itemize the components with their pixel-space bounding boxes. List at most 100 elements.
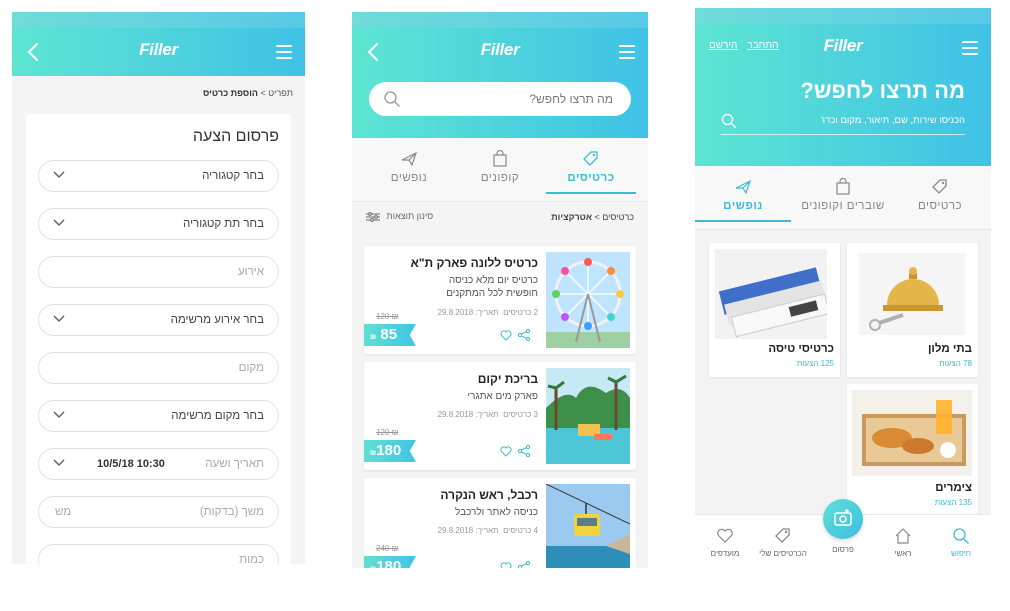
add-photo-icon: [834, 509, 852, 526]
datetime-select[interactable]: תאריך ושעה 10/5/18 10:30: [38, 448, 279, 480]
nav-home[interactable]: ראשי: [873, 527, 933, 558]
app-header: Filler מה תרצו לחפש?: [352, 12, 648, 138]
ferris-wheel-image: [546, 252, 630, 348]
filter-results-button[interactable]: סינון תוצאות: [366, 211, 433, 222]
category-select[interactable]: בחר קטגוריה: [38, 160, 279, 192]
item-title: רכבל, ראש הנקרה: [440, 488, 538, 502]
category-tile-flights[interactable]: כרטיסי טיסה 125 הצעות: [709, 243, 840, 377]
place-input[interactable]: מקום: [38, 352, 279, 384]
chevron-down-icon: [53, 171, 65, 178]
tab-vacations[interactable]: נופשים: [364, 150, 454, 184]
list-item[interactable]: רכבל, ראש הנקרה כניסה לאתר ולרכבל 4 כרטי…: [364, 478, 636, 568]
quantity-input[interactable]: כמות: [38, 544, 279, 564]
auth-links: התחבר הירשם: [709, 40, 789, 51]
share-heart-icons[interactable]: [500, 328, 532, 342]
water-park-image: [546, 368, 630, 464]
chevron-down-icon: [53, 315, 65, 322]
register-link[interactable]: הירשם: [709, 40, 737, 51]
status-bar: [12, 12, 305, 28]
active-tab-indicator: [546, 192, 636, 194]
home-icon: [895, 528, 911, 544]
screen-ticket-listing: Filler מה תרצו לחפש? כרטיסים קופונים נופ…: [352, 12, 648, 568]
breadcrumb-parent[interactable]: תפריט: [268, 88, 293, 98]
chevron-down-icon: [53, 459, 65, 466]
tab-tickets[interactable]: כרטיסים: [546, 150, 636, 194]
item-title: בריכת יקום: [477, 372, 538, 386]
event-input[interactable]: אירוע: [38, 256, 279, 288]
search-input[interactable]: מה תרצו לחפש?: [369, 82, 631, 116]
status-bar: [352, 12, 648, 28]
chevron-down-icon: [53, 411, 65, 418]
old-price: 240 ₪: [376, 544, 399, 553]
tag-icon: [932, 179, 947, 194]
list-item[interactable]: כרטיס ללונה פארק ת"א כרטיס יום מלא כניסה…: [364, 246, 636, 354]
item-meta: 3 כרטיסים תאריך: 29.8.2018: [437, 410, 538, 419]
price-badge: ₪180: [364, 440, 416, 462]
hotel-bell-image: [859, 253, 965, 335]
list-item[interactable]: בריכת יקום פארק מים אתגרי 3 כרטיסים תארי…: [364, 362, 636, 470]
tab-tickets[interactable]: כרטיסים: [895, 178, 985, 212]
post-fab-button[interactable]: [823, 499, 863, 539]
hamburger-menu-icon[interactable]: [276, 45, 292, 59]
tile-count: 78 הצעות: [939, 359, 972, 368]
page-headline: מה תרצו לחפש?: [800, 78, 965, 103]
nav-my-tickets[interactable]: הכרטיסים שלי: [753, 527, 813, 558]
price-badge: ₪ 85: [364, 324, 416, 346]
duration-input[interactable]: משך (בדקות) מש: [38, 496, 279, 528]
place-list-select[interactable]: בחר מקום מרשימה: [38, 400, 279, 432]
search-icon: [384, 91, 400, 107]
price-badge: ₪180: [364, 556, 416, 568]
search-input[interactable]: הכניסו שירות, שם, תיאור, מקום וכדו': [721, 109, 965, 135]
breadcrumb: תפריט > הוספת כרטיס: [203, 88, 293, 98]
app-logo: Filler: [139, 40, 178, 59]
old-price: 120 ₪: [376, 428, 399, 437]
event-list-select[interactable]: בחר אירוע מרשימה: [38, 304, 279, 336]
airplane-icon: [735, 179, 752, 195]
category-tabs: כרטיסים קופונים נופשים: [352, 138, 648, 202]
chevron-down-icon: [53, 219, 65, 226]
category-tile-cabins[interactable]: צימרים 135 הצעות: [847, 384, 978, 514]
post-offer-form: פרסום הצעה בחר קטגוריה בחר תת קטגוריה אי…: [26, 114, 291, 564]
search-icon: [721, 113, 737, 129]
category-tile-hotels[interactable]: בתי מלון 78 הצעות: [847, 243, 978, 377]
nav-search[interactable]: חיפוש: [931, 527, 991, 558]
shopping-bag-icon: [493, 150, 507, 167]
tag-icon: [775, 528, 790, 543]
heart-icon: [717, 528, 733, 543]
tile-title: צימרים: [935, 482, 972, 494]
category-tabs: כרטיסים שוברים וקופונים נופשים: [695, 166, 991, 230]
tab-vacations[interactable]: נופשים: [695, 178, 791, 222]
screen-post-offer: Filler תפריט > הוספת כרטיס פרסום הצעה בח…: [12, 12, 305, 564]
sliders-icon: [366, 211, 380, 222]
post-label: פרסום: [832, 545, 854, 554]
hamburger-menu-icon[interactable]: [962, 41, 978, 55]
filter-bar: כרטיסים > אטרקציות סינון תוצאות: [352, 202, 648, 232]
login-link[interactable]: התחבר: [747, 40, 778, 51]
tile-title: בתי מלון: [927, 343, 972, 355]
nav-favorites[interactable]: מועדפים: [695, 527, 755, 558]
subcategory-select[interactable]: בחר תת קטגוריה: [38, 208, 279, 240]
app-header: Filler התחברהירשם מה תרצו לחפש? הכניסו ש…: [695, 8, 991, 166]
item-meta: 2 כרטיסים תאריך: 29.8.2018: [437, 308, 538, 317]
tab-vouchers[interactable]: שוברים וקופונים: [795, 178, 891, 212]
breadcrumb: כרטיסים > אטרקציות: [551, 212, 634, 222]
item-description: פארק מים אתגרי: [467, 391, 538, 402]
item-description: כרטיס יום מלא כניסה חופשית לכל המתקנים: [446, 275, 538, 299]
shopping-bag-icon: [836, 178, 850, 195]
status-bar: [695, 8, 991, 24]
screen-home: Filler התחברהירשם מה תרצו לחפש? הכניסו ש…: [695, 8, 991, 568]
form-title: פרסום הצעה: [192, 128, 279, 145]
airplane-icon: [401, 151, 418, 167]
share-heart-icons[interactable]: [500, 444, 532, 458]
tile-count: 135 הצעות: [934, 498, 972, 507]
breadcrumb-current: הוספת כרטיס: [203, 88, 258, 98]
tab-coupons[interactable]: קופונים: [455, 150, 545, 184]
app-header: Filler: [12, 12, 305, 76]
hamburger-menu-icon[interactable]: [619, 45, 635, 59]
item-title: כרטיס ללונה פארק ת"א: [410, 256, 538, 270]
datetime-value: 10/5/18 10:30: [97, 458, 165, 470]
tile-count: 125 הצעות: [796, 359, 834, 368]
app-logo: Filler: [480, 40, 520, 59]
tile-title: כרטיסי טיסה: [768, 343, 834, 355]
share-heart-icons[interactable]: [500, 560, 532, 568]
